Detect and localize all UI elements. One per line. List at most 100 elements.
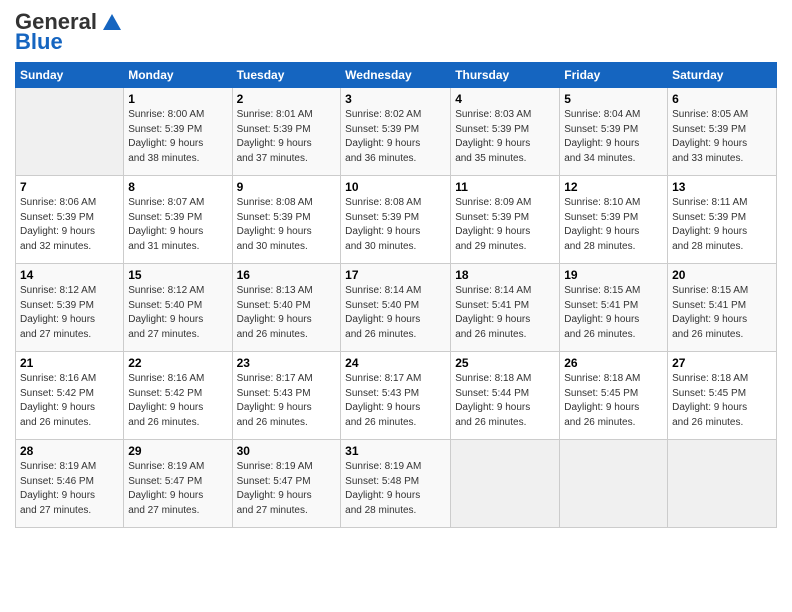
day-cell: 6 Sunrise: 8:05 AMSunset: 5:39 PMDaylight… bbox=[668, 88, 777, 176]
day-number: 1 bbox=[128, 92, 227, 106]
day-cell: 2 Sunrise: 8:01 AMSunset: 5:39 PMDaylight… bbox=[232, 88, 341, 176]
day-number: 4 bbox=[455, 92, 555, 106]
day-cell: 16 Sunrise: 8:13 AMSunset: 5:40 PMDayligh… bbox=[232, 264, 341, 352]
day-cell: 8 Sunrise: 8:07 AMSunset: 5:39 PMDaylight… bbox=[124, 176, 232, 264]
day-number: 27 bbox=[672, 356, 772, 370]
day-cell: 27 Sunrise: 8:18 AMSunset: 5:45 PMDayligh… bbox=[668, 352, 777, 440]
day-cell: 20 Sunrise: 8:15 AMSunset: 5:41 PMDayligh… bbox=[668, 264, 777, 352]
day-number: 8 bbox=[128, 180, 227, 194]
day-number: 19 bbox=[564, 268, 663, 282]
day-cell: 25Sunrise: 8:18 AMSunset: 5:44 PMDayligh… bbox=[451, 352, 560, 440]
day-cell: 14 Sunrise: 8:12 AMSunset: 5:39 PMDayligh… bbox=[16, 264, 124, 352]
logo-blue: Blue bbox=[15, 30, 123, 54]
day-info: Sunrise: 8:18 AMSunset: 5:45 PMDaylight:… bbox=[672, 372, 772, 430]
day-info: Sunrise: 8:02 AMSunset: 5:39 PMDaylight:… bbox=[345, 108, 446, 166]
day-header-tuesday: Tuesday bbox=[232, 63, 341, 88]
day-cell: 12Sunrise: 8:10 AMSunset: 5:39 PMDayligh… bbox=[560, 176, 668, 264]
day-cell: 24 Sunrise: 8:17 AMSunset: 5:43 PMDayligh… bbox=[341, 352, 451, 440]
day-number: 23 bbox=[237, 356, 337, 370]
day-cell: 31 Sunrise: 8:19 AMSunset: 5:48 PMDayligh… bbox=[341, 440, 451, 528]
day-info: Sunrise: 8:19 AMSunset: 5:47 PMDaylight:… bbox=[128, 460, 227, 518]
day-number: 20 bbox=[672, 268, 772, 282]
day-info: Sunrise: 8:15 AMSunset: 5:41 PMDaylight:… bbox=[564, 284, 663, 342]
day-number: 14 bbox=[20, 268, 119, 282]
day-header-wednesday: Wednesday bbox=[341, 63, 451, 88]
day-cell: 19 Sunrise: 8:15 AMSunset: 5:41 PMDayligh… bbox=[560, 264, 668, 352]
day-number: 3 bbox=[345, 92, 446, 106]
day-cell: 23 Sunrise: 8:17 AMSunset: 5:43 PMDayligh… bbox=[232, 352, 341, 440]
day-header-monday: Monday bbox=[124, 63, 232, 88]
week-row-0: 1 Sunrise: 8:00 AMSunset: 5:39 PMDaylight… bbox=[16, 88, 777, 176]
day-info: Sunrise: 8:01 AMSunset: 5:39 PMDaylight:… bbox=[237, 108, 337, 166]
day-number: 13 bbox=[672, 180, 772, 194]
day-info: Sunrise: 8:06 AMSunset: 5:39 PMDaylight:… bbox=[20, 196, 119, 254]
day-info: Sunrise: 8:09 AMSunset: 5:39 PMDaylight:… bbox=[455, 196, 555, 254]
day-number: 10 bbox=[345, 180, 446, 194]
day-number: 22 bbox=[128, 356, 227, 370]
day-cell: 15Sunrise: 8:12 AMSunset: 5:40 PMDayligh… bbox=[124, 264, 232, 352]
week-row-1: 7 Sunrise: 8:06 AMSunset: 5:39 PMDaylight… bbox=[16, 176, 777, 264]
page-container: General Blue SundayMondayTuesdayWednesda… bbox=[0, 0, 792, 538]
day-cell: 26 Sunrise: 8:18 AMSunset: 5:45 PMDayligh… bbox=[560, 352, 668, 440]
day-number: 2 bbox=[237, 92, 337, 106]
day-cell: 1 Sunrise: 8:00 AMSunset: 5:39 PMDaylight… bbox=[124, 88, 232, 176]
day-info: Sunrise: 8:08 AMSunset: 5:39 PMDaylight:… bbox=[345, 196, 446, 254]
day-cell: 13Sunrise: 8:11 AMSunset: 5:39 PMDayligh… bbox=[668, 176, 777, 264]
day-number: 29 bbox=[128, 444, 227, 458]
day-info: Sunrise: 8:16 AMSunset: 5:42 PMDaylight:… bbox=[20, 372, 119, 430]
day-cell: 21Sunrise: 8:16 AMSunset: 5:42 PMDayligh… bbox=[16, 352, 124, 440]
day-info: Sunrise: 8:18 AMSunset: 5:45 PMDaylight:… bbox=[564, 372, 663, 430]
day-info: Sunrise: 8:17 AMSunset: 5:43 PMDaylight:… bbox=[237, 372, 337, 430]
day-cell: 7 Sunrise: 8:06 AMSunset: 5:39 PMDaylight… bbox=[16, 176, 124, 264]
day-info: Sunrise: 8:04 AMSunset: 5:39 PMDaylight:… bbox=[564, 108, 663, 166]
day-info: Sunrise: 8:12 AMSunset: 5:39 PMDaylight:… bbox=[20, 284, 119, 342]
day-info: Sunrise: 8:17 AMSunset: 5:43 PMDaylight:… bbox=[345, 372, 446, 430]
day-info: Sunrise: 8:13 AMSunset: 5:40 PMDaylight:… bbox=[237, 284, 337, 342]
day-cell: 4 Sunrise: 8:03 AMSunset: 5:39 PMDaylight… bbox=[451, 88, 560, 176]
week-row-4: 28Sunrise: 8:19 AMSunset: 5:46 PMDayligh… bbox=[16, 440, 777, 528]
day-info: Sunrise: 8:14 AMSunset: 5:41 PMDaylight:… bbox=[455, 284, 555, 342]
day-number: 30 bbox=[237, 444, 337, 458]
day-number: 5 bbox=[564, 92, 663, 106]
day-info: Sunrise: 8:19 AMSunset: 5:48 PMDaylight:… bbox=[345, 460, 446, 518]
day-cell: 18 Sunrise: 8:14 AMSunset: 5:41 PMDayligh… bbox=[451, 264, 560, 352]
day-cell: 30Sunrise: 8:19 AMSunset: 5:47 PMDayligh… bbox=[232, 440, 341, 528]
day-number: 15 bbox=[128, 268, 227, 282]
day-number: 24 bbox=[345, 356, 446, 370]
day-info: Sunrise: 8:00 AMSunset: 5:39 PMDaylight:… bbox=[128, 108, 227, 166]
day-info: Sunrise: 8:03 AMSunset: 5:39 PMDaylight:… bbox=[455, 108, 555, 166]
day-header-thursday: Thursday bbox=[451, 63, 560, 88]
day-info: Sunrise: 8:07 AMSunset: 5:39 PMDaylight:… bbox=[128, 196, 227, 254]
logo-icon bbox=[101, 12, 123, 32]
day-number: 9 bbox=[237, 180, 337, 194]
day-cell: 5 Sunrise: 8:04 AMSunset: 5:39 PMDaylight… bbox=[560, 88, 668, 176]
day-cell bbox=[451, 440, 560, 528]
day-cell: 17 Sunrise: 8:14 AMSunset: 5:40 PMDayligh… bbox=[341, 264, 451, 352]
day-header-friday: Friday bbox=[560, 63, 668, 88]
day-number: 11 bbox=[455, 180, 555, 194]
day-info: Sunrise: 8:05 AMSunset: 5:39 PMDaylight:… bbox=[672, 108, 772, 166]
day-number: 28 bbox=[20, 444, 119, 458]
week-row-3: 21Sunrise: 8:16 AMSunset: 5:42 PMDayligh… bbox=[16, 352, 777, 440]
day-header-sunday: Sunday bbox=[16, 63, 124, 88]
day-info: Sunrise: 8:15 AMSunset: 5:41 PMDaylight:… bbox=[672, 284, 772, 342]
day-number: 25 bbox=[455, 356, 555, 370]
day-cell: 10 Sunrise: 8:08 AMSunset: 5:39 PMDayligh… bbox=[341, 176, 451, 264]
day-cell bbox=[668, 440, 777, 528]
day-number: 17 bbox=[345, 268, 446, 282]
day-cell: 9 Sunrise: 8:08 AMSunset: 5:39 PMDaylight… bbox=[232, 176, 341, 264]
day-cell bbox=[560, 440, 668, 528]
day-number: 7 bbox=[20, 180, 119, 194]
day-number: 31 bbox=[345, 444, 446, 458]
day-number: 26 bbox=[564, 356, 663, 370]
day-number: 16 bbox=[237, 268, 337, 282]
day-info: Sunrise: 8:10 AMSunset: 5:39 PMDaylight:… bbox=[564, 196, 663, 254]
day-info: Sunrise: 8:08 AMSunset: 5:39 PMDaylight:… bbox=[237, 196, 337, 254]
week-row-2: 14 Sunrise: 8:12 AMSunset: 5:39 PMDayligh… bbox=[16, 264, 777, 352]
day-number: 18 bbox=[455, 268, 555, 282]
day-info: Sunrise: 8:14 AMSunset: 5:40 PMDaylight:… bbox=[345, 284, 446, 342]
logo: General Blue bbox=[15, 10, 123, 54]
day-number: 6 bbox=[672, 92, 772, 106]
day-cell: 29 Sunrise: 8:19 AMSunset: 5:47 PMDayligh… bbox=[124, 440, 232, 528]
day-info: Sunrise: 8:16 AMSunset: 5:42 PMDaylight:… bbox=[128, 372, 227, 430]
